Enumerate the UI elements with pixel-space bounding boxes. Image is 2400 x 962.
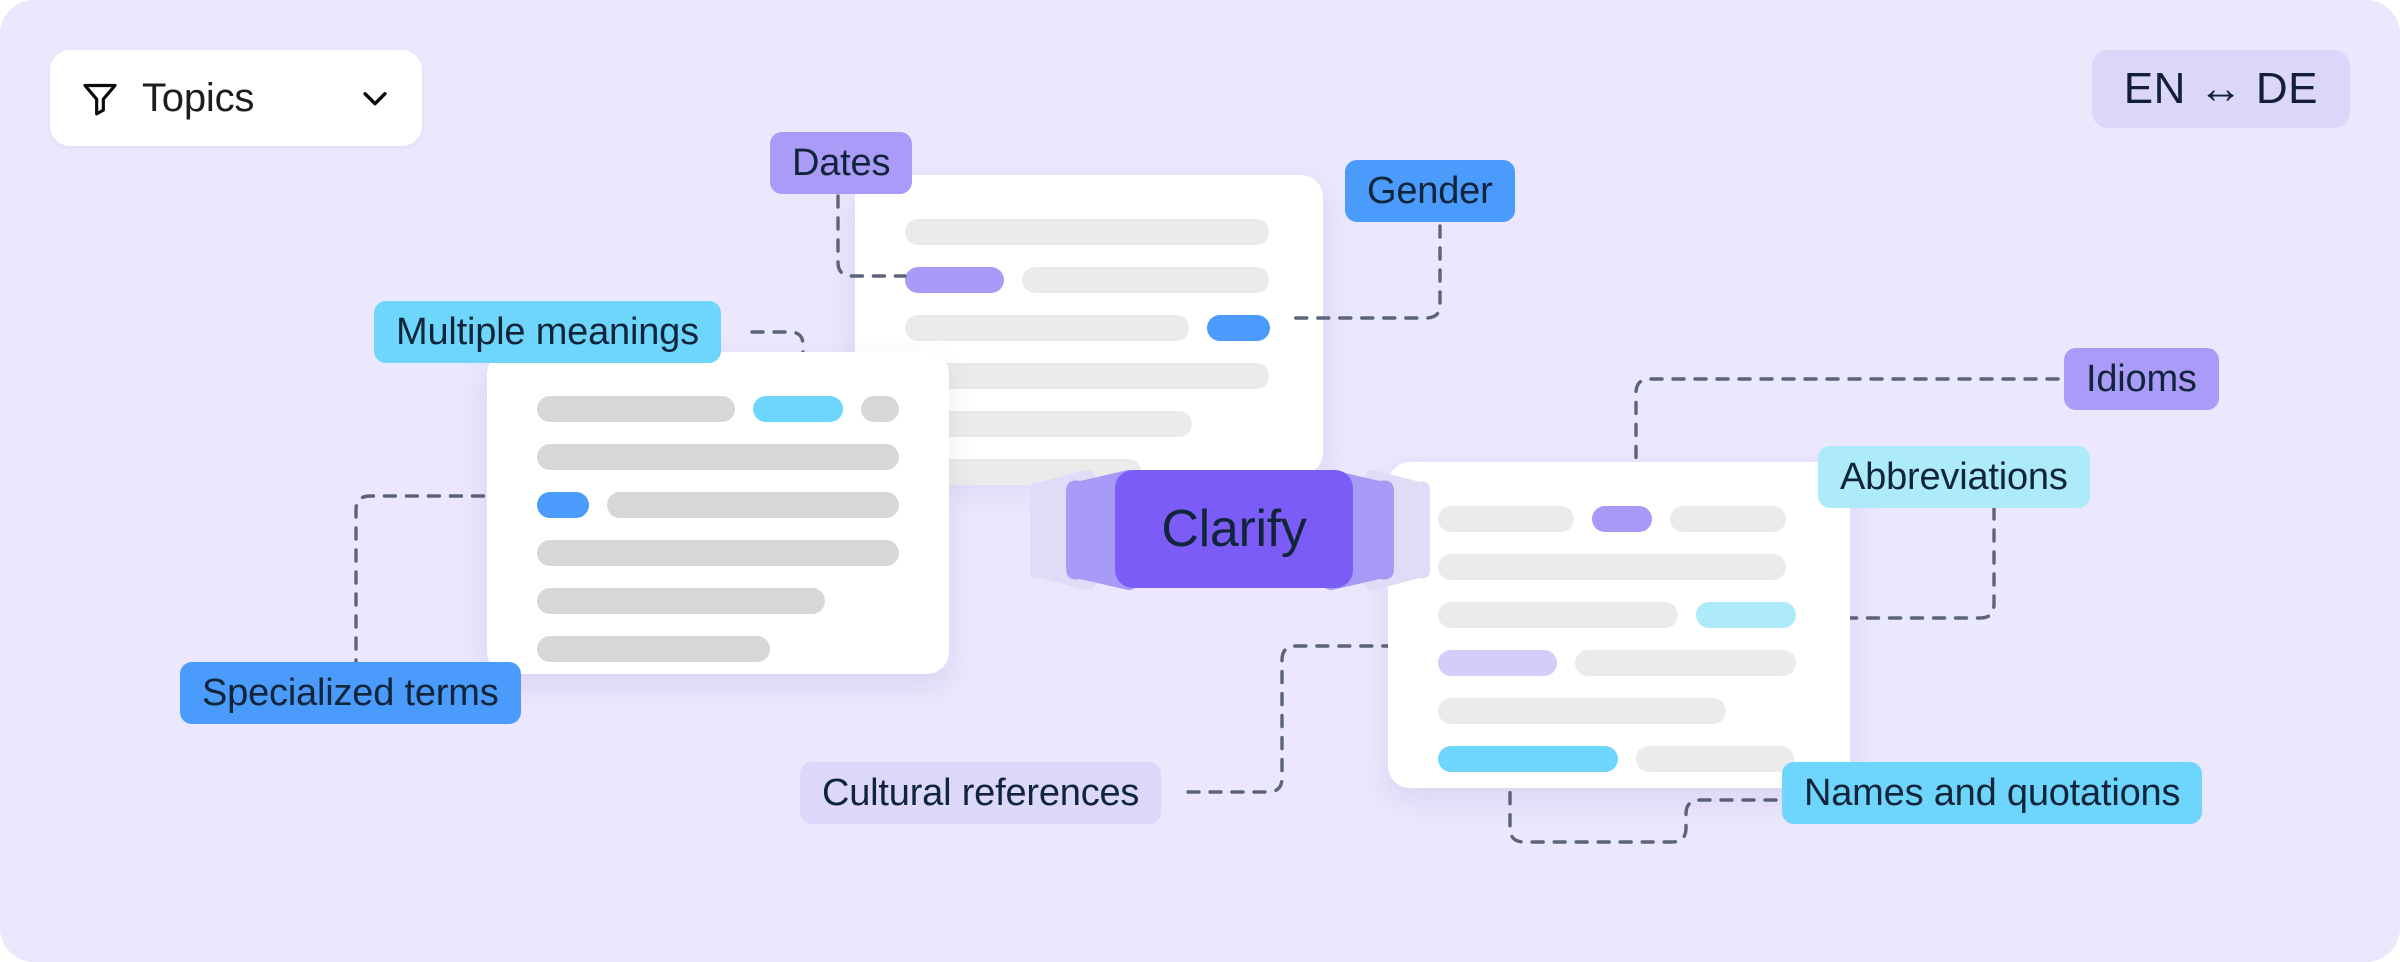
skeleton-bar bbox=[1438, 506, 1574, 532]
skeleton-bar bbox=[1438, 602, 1678, 628]
skeleton-bar bbox=[537, 588, 825, 614]
topic-pill-idioms[interactable]: Idioms bbox=[2064, 348, 2219, 410]
skeleton-row bbox=[537, 492, 899, 518]
skeleton-row bbox=[537, 444, 899, 470]
skeleton-bar bbox=[1022, 267, 1269, 293]
skeleton-bar bbox=[537, 540, 899, 566]
skeleton-bar bbox=[1438, 554, 1786, 580]
skeleton-row bbox=[537, 540, 899, 566]
skeleton-bar bbox=[1438, 698, 1726, 724]
skeleton-row bbox=[905, 315, 1273, 341]
skeleton-bar bbox=[905, 363, 1269, 389]
skeleton-bar bbox=[905, 267, 1004, 293]
topic-pill-specialized-terms[interactable]: Specialized terms bbox=[180, 662, 521, 724]
topic-pill-abbreviations[interactable]: Abbreviations bbox=[1818, 446, 2090, 508]
skeleton-bar bbox=[537, 396, 736, 422]
skeleton-row bbox=[537, 636, 899, 662]
topics-filter-label: Topics bbox=[142, 75, 255, 120]
skeleton-card-right bbox=[1388, 462, 1850, 788]
skeleton-bar bbox=[1636, 746, 1794, 772]
skeleton-row bbox=[1438, 506, 1800, 532]
connector-cultural-references bbox=[1186, 644, 1390, 794]
skeleton-bar bbox=[1575, 650, 1796, 676]
skeleton-row bbox=[537, 588, 899, 614]
topic-pill-multiple-meanings[interactable]: Multiple meanings bbox=[374, 301, 721, 363]
skeleton-bar bbox=[537, 636, 770, 662]
clarify-node: Clarify bbox=[1020, 470, 1440, 590]
skeleton-bar bbox=[1207, 315, 1270, 341]
clarify-button[interactable]: Clarify bbox=[1115, 470, 1353, 588]
skeleton-bar bbox=[606, 492, 899, 518]
skeleton-bar bbox=[1696, 602, 1796, 628]
skeleton-bar bbox=[1438, 746, 1618, 772]
language-pair-badge[interactable]: EN ↔ DE bbox=[2091, 50, 2350, 128]
skeleton-row bbox=[905, 219, 1273, 245]
skeleton-row bbox=[905, 267, 1273, 293]
topic-pill-gender[interactable]: Gender bbox=[1345, 160, 1515, 222]
skeleton-bar bbox=[537, 492, 589, 518]
skeleton-bar bbox=[753, 396, 844, 422]
topic-pill-dates[interactable]: Dates bbox=[770, 132, 913, 194]
skeleton-bar bbox=[861, 396, 899, 422]
topics-filter-button[interactable]: Topics bbox=[50, 50, 422, 146]
canvas: Topics EN ↔ DE Clarify Dates Gender Mult… bbox=[0, 0, 2400, 962]
skeleton-bar bbox=[1438, 650, 1557, 676]
skeleton-row bbox=[1438, 698, 1800, 724]
skeleton-row bbox=[1438, 650, 1800, 676]
skeleton-card-left bbox=[487, 352, 949, 674]
topic-pill-cultural-references[interactable]: Cultural references bbox=[800, 762, 1162, 824]
skeleton-row bbox=[905, 363, 1273, 389]
skeleton-row bbox=[1438, 602, 1800, 628]
skeleton-bar bbox=[905, 219, 1269, 245]
skeleton-bar bbox=[1592, 506, 1652, 532]
skeleton-row bbox=[1438, 554, 1800, 580]
skeleton-row bbox=[1438, 746, 1800, 772]
skeleton-bar bbox=[1670, 506, 1786, 532]
topic-pill-names-and-quotations[interactable]: Names and quotations bbox=[1782, 762, 2203, 824]
skeleton-bar bbox=[905, 315, 1189, 341]
funnel-icon bbox=[80, 78, 120, 118]
chevron-down-icon[interactable] bbox=[358, 81, 392, 115]
skeleton-row bbox=[905, 411, 1273, 437]
skeleton-bar bbox=[537, 444, 899, 470]
skeleton-row bbox=[537, 396, 899, 422]
